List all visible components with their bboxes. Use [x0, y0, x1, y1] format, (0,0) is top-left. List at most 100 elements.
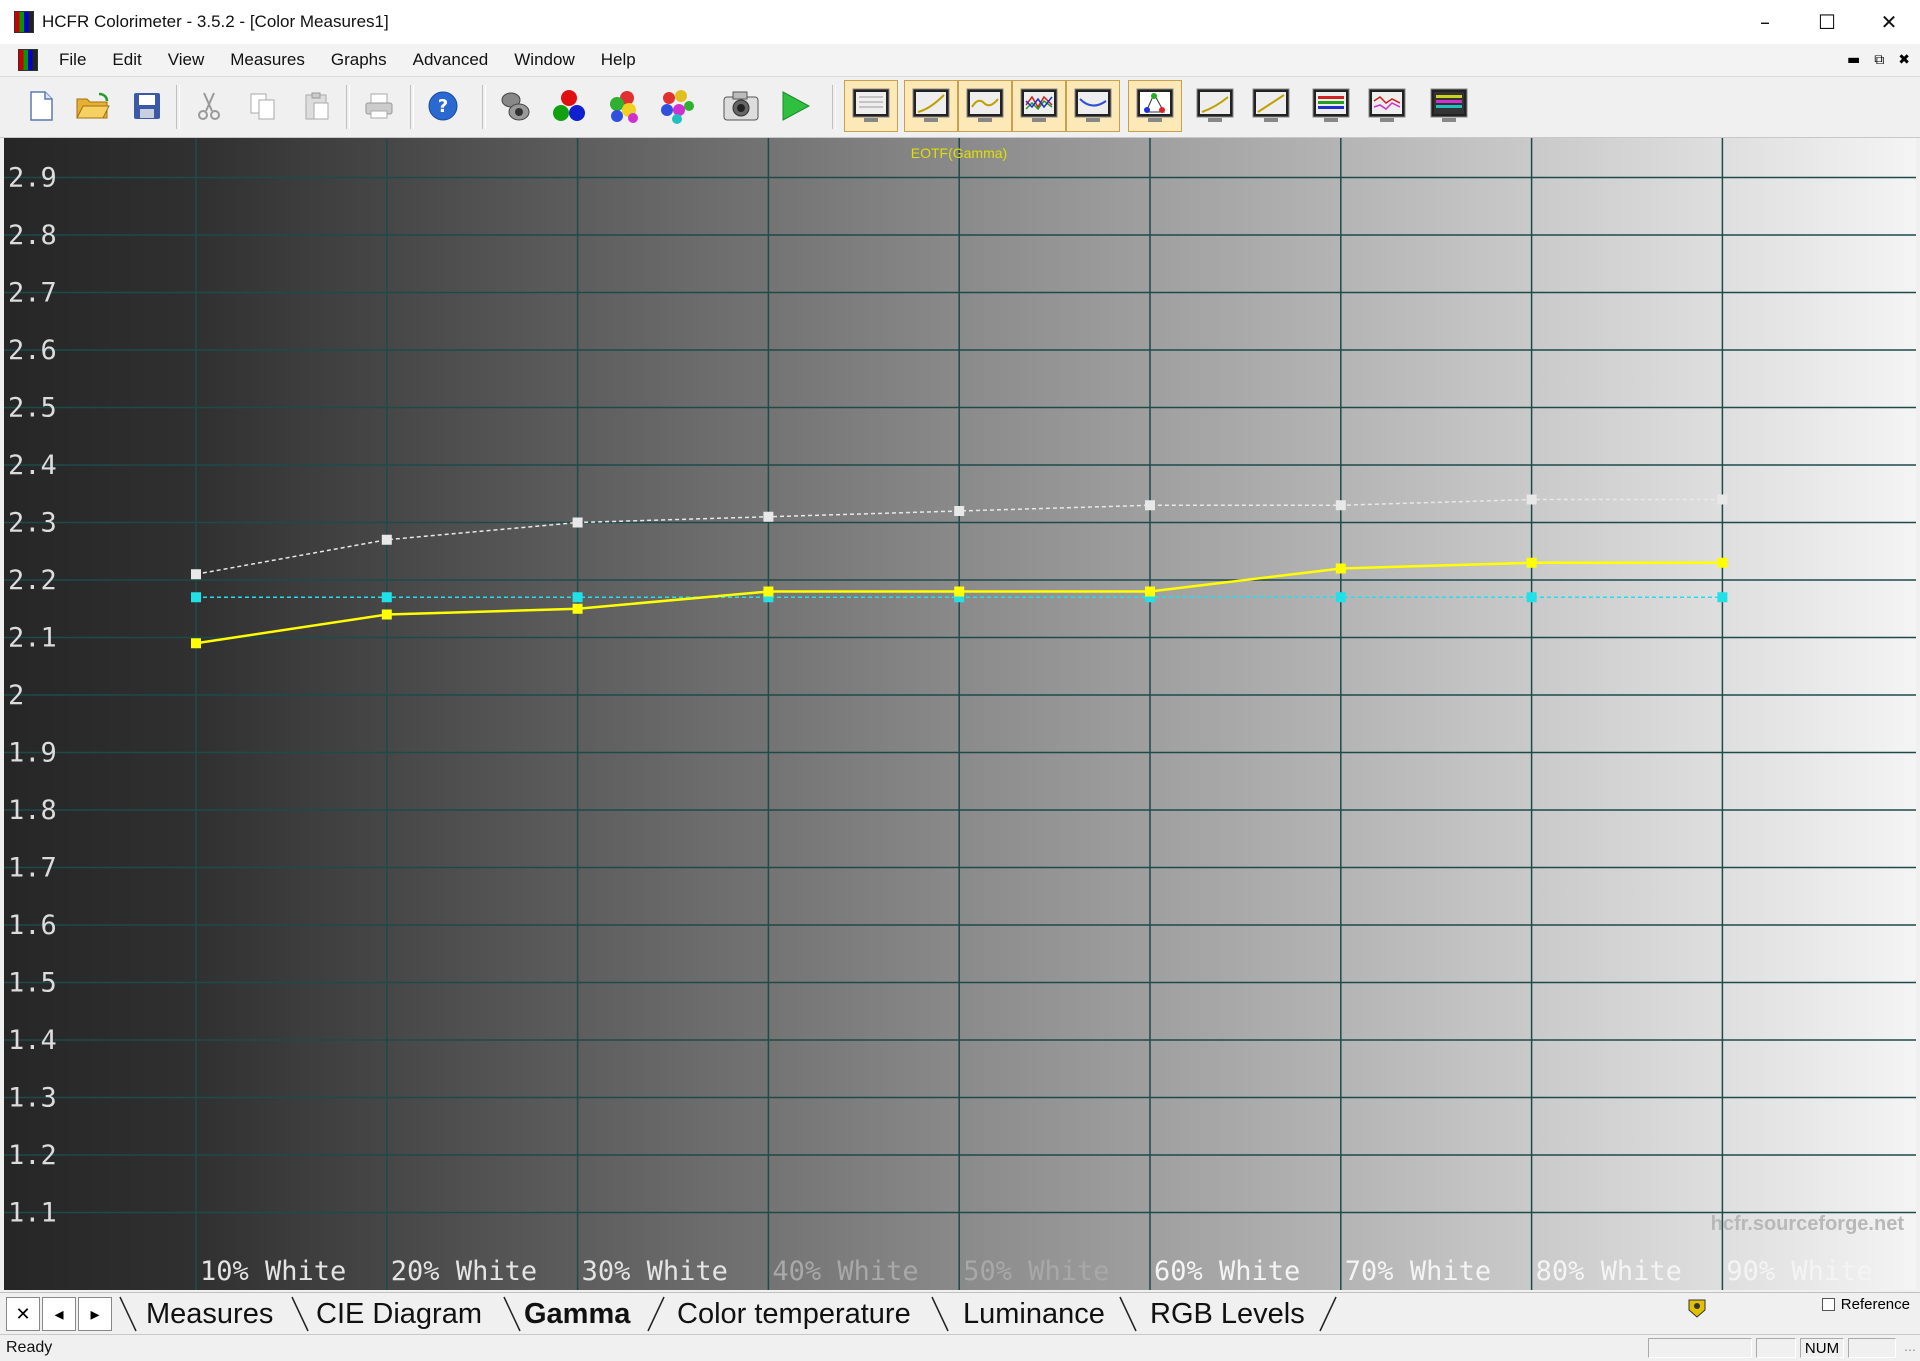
menu-help[interactable]: Help: [588, 50, 649, 70]
multi-measure-button[interactable]: [654, 83, 700, 129]
cie-view-button[interactable]: [1128, 80, 1182, 132]
status-pane-1: [1648, 1338, 1752, 1358]
minimize-button[interactable]: –: [1734, 0, 1796, 44]
menu-graphs[interactable]: Graphs: [318, 50, 400, 70]
play-button[interactable]: [772, 83, 818, 129]
y-tick-label: 2.3: [8, 508, 57, 539]
gray-scale-view-icon: [852, 88, 890, 122]
cut-button[interactable]: [186, 83, 232, 129]
tab-measures[interactable]: Measures: [146, 1296, 273, 1332]
y-tick-label: 2.9: [8, 163, 57, 194]
y-tick-label: 2.2: [8, 565, 57, 596]
arrow-left-icon: ◂: [54, 1303, 64, 1324]
chart-background: [4, 138, 1916, 1290]
color-measure-button[interactable]: [600, 83, 646, 129]
y-tick-label: 2.1: [8, 623, 57, 654]
data-point: [1526, 494, 1537, 505]
cut-icon: [198, 92, 220, 120]
close-tab-button[interactable]: ✕: [6, 1297, 40, 1331]
toolbar: ?: [0, 77, 1920, 138]
gray-scale-view-button[interactable]: [844, 80, 898, 132]
help-button[interactable]: ?: [420, 83, 466, 129]
scroll-right-button[interactable]: ▸: [78, 1297, 112, 1331]
view-button-4[interactable]: [1362, 83, 1412, 129]
data-point: [572, 603, 583, 614]
data-point: [572, 592, 583, 603]
rgb-levels-view-button[interactable]: [1012, 80, 1066, 132]
title-bar: HCFR Colorimeter - 3.5.2 - [Color Measur…: [0, 0, 1920, 44]
rgb-measure-button[interactable]: [546, 83, 592, 129]
multi-measure-icon: [661, 90, 694, 124]
mdi-close-icon[interactable]: ✖: [1898, 52, 1910, 68]
y-tick-label: 2.6: [8, 335, 57, 366]
camera-button[interactable]: [718, 83, 764, 129]
data-point: [1717, 494, 1728, 505]
view-button-2[interactable]: [1246, 83, 1296, 129]
mdi-restore-icon[interactable]: ⧉: [1874, 52, 1884, 68]
view-button-1[interactable]: [1190, 83, 1240, 129]
save-button[interactable]: [124, 83, 170, 129]
luminance-view-button[interactable]: [958, 80, 1012, 132]
mdi-minimize-icon[interactable]: ▬: [1847, 52, 1860, 68]
menu-edit[interactable]: Edit: [99, 50, 154, 70]
sensor-status-icon: [1688, 1299, 1706, 1318]
data-point: [1717, 557, 1728, 568]
view-button-5[interactable]: [1424, 83, 1474, 129]
resize-grip-icon[interactable]: ⋯: [1904, 1343, 1916, 1357]
menu-file[interactable]: File: [46, 50, 99, 70]
tab-cie-diagram[interactable]: CIE Diagram: [316, 1296, 482, 1332]
x-tick-label: 50% White: [963, 1256, 1109, 1287]
color-temp-view-icon: [1074, 88, 1112, 122]
sensor-button[interactable]: [492, 83, 538, 129]
menu-measures[interactable]: Measures: [217, 50, 318, 70]
y-tick-label: 1.5: [8, 968, 57, 999]
tab-rgb-levels[interactable]: RGB Levels: [1150, 1296, 1305, 1332]
data-point: [1335, 500, 1346, 511]
copy-button[interactable]: [240, 83, 286, 129]
y-tick-label: 2.7: [8, 278, 57, 309]
gamma-view-icon: [912, 88, 950, 122]
data-point: [1145, 500, 1155, 511]
y-tick-label: 1.3: [8, 1083, 57, 1114]
scroll-left-button[interactable]: ◂: [42, 1297, 76, 1331]
view-icon-4: [1368, 88, 1406, 122]
reference-label: Reference: [1840, 1296, 1910, 1313]
gamma-view-button[interactable]: [904, 80, 958, 132]
new-button[interactable]: [18, 83, 64, 129]
x-tick-label: 80% White: [1536, 1256, 1682, 1287]
y-tick-label: 1.4: [8, 1025, 57, 1056]
y-tick-label: 2.4: [8, 450, 57, 481]
menu-window[interactable]: Window: [501, 50, 587, 70]
view-button-3[interactable]: [1306, 83, 1356, 129]
luminance-view-icon: [966, 88, 1004, 122]
open-button[interactable]: [70, 83, 116, 129]
view-icon-2: [1252, 88, 1290, 122]
color-temp-view-button[interactable]: [1066, 80, 1120, 132]
y-tick-label: 1.8: [8, 795, 57, 826]
window-title: HCFR Colorimeter - 3.5.2 - [Color Measur…: [42, 12, 389, 31]
print-button[interactable]: [356, 83, 402, 129]
x-tick-label: 60% White: [1154, 1256, 1300, 1287]
tab-color-temperature[interactable]: Color temperature: [677, 1296, 911, 1332]
menu-view[interactable]: View: [155, 50, 218, 70]
play-icon: [782, 91, 811, 121]
menu-advanced[interactable]: Advanced: [400, 50, 502, 70]
reference-checkbox[interactable]: Reference: [1821, 1296, 1910, 1313]
status-pane-2: [1756, 1338, 1796, 1358]
data-point: [1145, 586, 1155, 597]
reference-checkbox-box[interactable]: [1821, 1298, 1835, 1311]
close-button[interactable]: ✕: [1858, 0, 1920, 44]
status-bar: Ready NUM ⋯: [0, 1334, 1920, 1361]
maximize-button[interactable]: ☐: [1796, 0, 1858, 44]
document-icon[interactable]: [18, 49, 38, 71]
tab-gamma[interactable]: Gamma: [524, 1296, 630, 1332]
tab-luminance[interactable]: Luminance: [963, 1296, 1105, 1332]
data-point: [191, 569, 201, 580]
paste-button[interactable]: [294, 83, 340, 129]
x-axis-labels: 10% White 20% White 30% White 40% White 50% …: [200, 1256, 1873, 1287]
data-point: [381, 534, 392, 545]
svg-text:?: ?: [438, 96, 448, 117]
camera-icon: [723, 91, 759, 121]
menu-bar: File Edit View Measures Graphs Advanced …: [0, 44, 1920, 77]
close-icon: ✕: [1880, 10, 1898, 34]
